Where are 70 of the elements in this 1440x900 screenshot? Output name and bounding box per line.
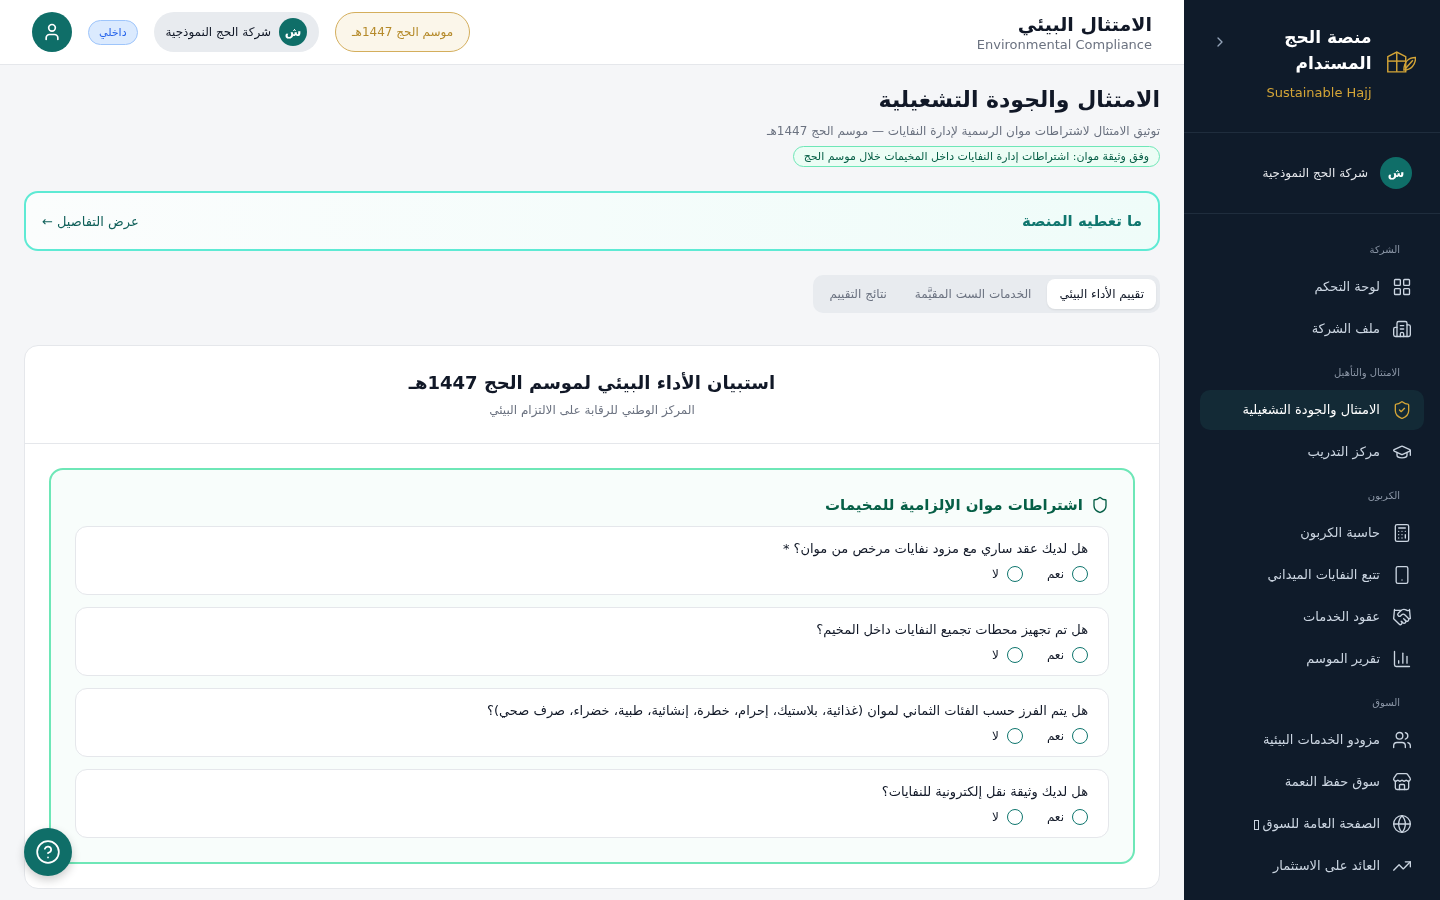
radio-button[interactable] <box>1072 728 1088 744</box>
nav-item[interactable]: ملف الشركة <box>1200 308 1424 349</box>
nav-item[interactable]: الامتثال والجودة التشغيلية <box>1200 389 1424 430</box>
tab[interactable]: نتائج التقييم <box>817 279 899 309</box>
nav-item[interactable]: تتبع النفايات الميداني <box>1200 554 1424 595</box>
grid-icon <box>1392 276 1412 297</box>
survey-title: استبيان الأداء البيئي لموسم الحج 1447هـ <box>408 372 776 393</box>
option-label: لا <box>992 648 999 662</box>
user-button[interactable] <box>32 12 72 52</box>
globe-icon <box>1392 813 1412 834</box>
radio-button[interactable] <box>1006 647 1023 663</box>
coverage-title: ما تغطيه المنصة <box>1021 212 1142 230</box>
role-badge: داخلي <box>88 19 138 45</box>
nav-item[interactable]: لوحة التحكم <box>1200 266 1424 307</box>
option-label: نعم <box>1046 810 1064 824</box>
company-name: شركة الحج النموذجية <box>165 25 272 39</box>
nav-group-label: الشركة <box>1368 242 1401 257</box>
brand-subtitle: Sustainable Hajj <box>1265 84 1372 100</box>
calculator-icon <box>1392 522 1412 543</box>
store-icon <box>1392 771 1412 792</box>
company-avatar: ش <box>279 18 308 46</box>
nav-group-label: السوق <box>1371 695 1401 710</box>
question-text: هل لديك وثيقة نقل إلكترونية للنفايات؟ <box>880 784 1088 799</box>
nav-group-label: الامتثال والتأهيل <box>1333 364 1401 381</box>
option-label: نعم <box>1046 729 1064 743</box>
survey-subtitle: المركز الوطني للرقابة على الالتزام البيئي <box>489 403 695 417</box>
nav-item[interactable]: العائد على الاستثمار <box>1200 845 1424 886</box>
details-link[interactable]: عرض التفاصيل ← <box>42 213 139 229</box>
section-title: اشتراطات موان الإلزامية للمخيمات <box>824 496 1083 514</box>
page-description: توثيق الامتثال لاشتراطات موان الرسمية لإدارة النفايات — موسم الحج 1447هـ <box>765 124 1160 138</box>
option-label: لا <box>992 729 999 743</box>
radio-button[interactable] <box>1006 809 1023 825</box>
nav-item[interactable]: تقرير الموسم <box>1200 638 1424 679</box>
shield-icon <box>1091 496 1109 514</box>
radio-button[interactable] <box>1006 728 1023 744</box>
tab[interactable]: تقييم الأداء البيئي <box>1047 279 1156 309</box>
option-label: نعم <box>1046 648 1064 662</box>
question-text: هل تم تجهيز محطات تجميع النفايات داخل المخيم؟ <box>815 622 1088 637</box>
page-title: الامتثال والجودة التشغيلية <box>877 87 1160 112</box>
handshake-icon <box>1392 606 1412 627</box>
user-icon <box>42 22 62 42</box>
option-label: لا <box>992 567 999 581</box>
help-icon <box>35 839 61 865</box>
nav-item[interactable]: مركز التدريب <box>1200 431 1424 472</box>
question-text: هل يتم الفرز حسب الفئات الثماني لموان (غذائية، بلاستيك، إحرام، خطرة، إنشائية، طبية، خضراء، صرف صحي)؟ <box>486 703 1088 718</box>
nav-item[interactable]: الصفحة العامة للسوق <box>1200 803 1424 844</box>
radio-button[interactable] <box>1006 566 1023 582</box>
building-icon <box>1392 318 1412 339</box>
radio-button[interactable] <box>1072 647 1088 663</box>
shield-check-icon <box>1392 399 1412 420</box>
brand-title: منصة الحج المستدام <box>1283 26 1372 76</box>
company-name: شركة الحج النموذجية <box>1262 165 1368 180</box>
nav-item[interactable]: عقود الخدمات <box>1200 596 1424 637</box>
header-subtitle: Environmental Compliance <box>976 36 1152 52</box>
nav-item[interactable]: حاسبة الكربون <box>1200 512 1424 553</box>
company-avatar: ش <box>1380 156 1412 189</box>
option-label: لا <box>992 810 999 824</box>
option-label: نعم <box>1046 567 1064 581</box>
question-text: هل لديك عقد ساري مع مزود نفايات مرخص من موان؟ * <box>781 541 1088 556</box>
radio-button[interactable] <box>1072 566 1088 582</box>
source-note: وفق وثيقة موان: اشتراطات إدارة النفايات داخل المخيمات خلال موسم الحج <box>792 146 1160 167</box>
nav-group-label: الكربون <box>1366 488 1401 503</box>
users-icon <box>1392 729 1412 750</box>
header-title: الامتثال البيئي <box>1016 12 1152 35</box>
company-pill[interactable]: ش شركة الحج النموذجية <box>153 12 320 52</box>
tab[interactable]: الخدمات الست المقيَّمة <box>902 279 1044 309</box>
bar-chart-icon <box>1392 648 1412 669</box>
nav-item[interactable]: سوق حفظ النعمة <box>1200 761 1424 802</box>
radio-button[interactable] <box>1072 809 1088 825</box>
nav-item[interactable]: مزودو الخدمات البيئية <box>1200 719 1424 760</box>
